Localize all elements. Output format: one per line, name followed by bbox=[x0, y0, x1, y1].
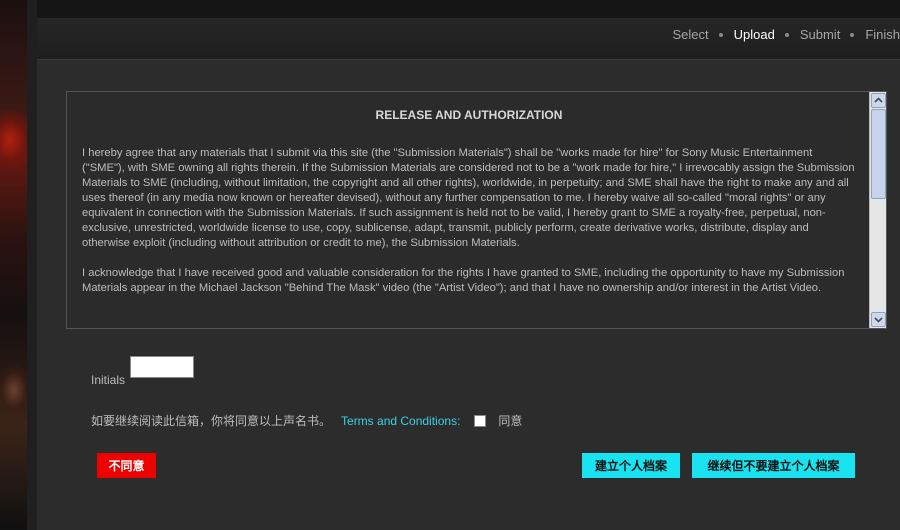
agreement-row: 如要继续阅读此信箱，你将同意以上声名书。 Terms and Condition… bbox=[91, 412, 522, 429]
agree-checkbox-label: 同意 bbox=[498, 414, 523, 428]
step-separator-dot bbox=[784, 32, 789, 37]
create-profile-button[interactable]: 建立个人档案 bbox=[582, 453, 680, 478]
step-upload: Upload bbox=[733, 27, 775, 42]
decorative-artwork bbox=[0, 0, 27, 530]
initials-input[interactable] bbox=[130, 356, 194, 378]
main-panel: RELEASE AND AUTHORIZATION I hereby agree… bbox=[37, 61, 900, 530]
release-paragraph: I hereby agree that any materials that I… bbox=[82, 147, 855, 249]
side-gutter bbox=[27, 0, 37, 530]
top-banner bbox=[37, 0, 900, 18]
step-separator-dot bbox=[718, 32, 723, 37]
initials-label: Initials bbox=[91, 373, 126, 387]
continue-without-profile-button[interactable]: 继续但不要建立个人档案 bbox=[692, 453, 855, 478]
chevron-up-icon bbox=[874, 97, 883, 103]
scroll-up-button[interactable] bbox=[871, 93, 886, 108]
disagree-button[interactable]: 不同意 bbox=[97, 453, 156, 478]
progress-steps: Select Upload Submit Finish bbox=[673, 27, 900, 42]
release-text-box[interactable]: RELEASE AND AUTHORIZATION I hereby agree… bbox=[66, 91, 887, 329]
step-submit: Submit bbox=[799, 27, 841, 42]
steps-header: Select Upload Submit Finish bbox=[37, 18, 900, 60]
terms-and-conditions-link[interactable]: Terms and Conditions: bbox=[341, 414, 460, 428]
scroll-down-button[interactable] bbox=[871, 312, 886, 327]
agree-checkbox[interactable] bbox=[474, 414, 487, 427]
scroll-thumb[interactable] bbox=[871, 109, 886, 199]
release-paragraph: I acknowledge that I have received good … bbox=[82, 267, 845, 294]
release-content: RELEASE AND AUTHORIZATION I hereby agree… bbox=[67, 92, 870, 328]
step-finish: Finish bbox=[865, 27, 900, 42]
agreement-text: 如要继续阅读此信箱，你将同意以上声名书。 bbox=[91, 414, 332, 428]
step-separator-dot bbox=[850, 32, 855, 37]
release-scrollbar[interactable] bbox=[869, 92, 886, 328]
release-title: RELEASE AND AUTHORIZATION bbox=[375, 108, 563, 122]
chevron-down-icon bbox=[874, 317, 883, 323]
step-select: Select bbox=[672, 27, 709, 42]
